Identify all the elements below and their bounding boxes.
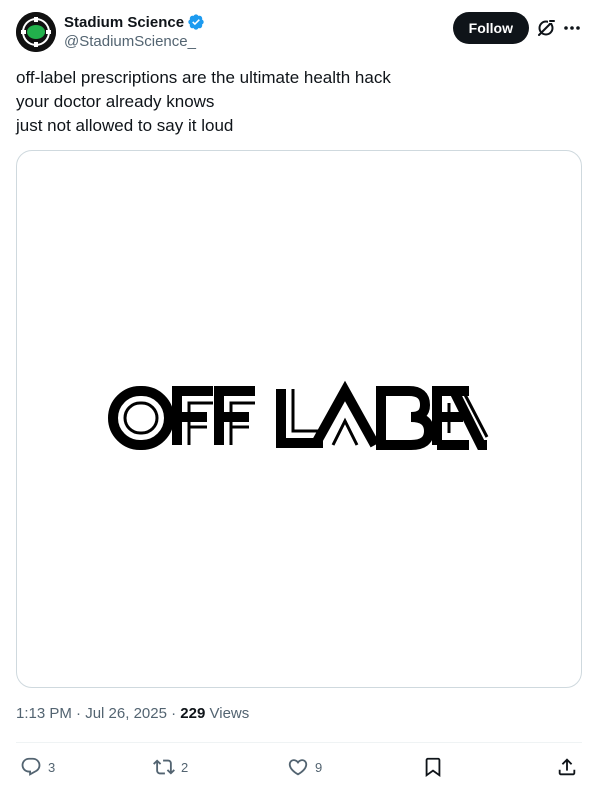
stadium-logo-icon — [16, 12, 56, 52]
reply-count: 3 — [48, 759, 56, 775]
display-name[interactable]: Stadium Science — [64, 14, 184, 31]
reply-icon — [20, 756, 42, 778]
avatar[interactable] — [16, 12, 56, 52]
tweet-text: off-label prescriptions are the ultimate… — [16, 66, 576, 138]
divider — [16, 742, 582, 743]
heart-icon — [287, 756, 309, 778]
tweet-line: just not allowed to say it loud — [16, 116, 234, 135]
off-label-logo — [108, 380, 489, 450]
repost-button[interactable]: 2 — [153, 754, 188, 780]
share-icon — [556, 756, 578, 778]
bookmark-button[interactable] — [422, 754, 444, 780]
like-button[interactable]: 9 — [287, 754, 322, 780]
meta-separator: · — [171, 705, 177, 722]
tweet-media-image[interactable] — [16, 150, 582, 688]
grok-icon[interactable] — [536, 18, 556, 38]
meta-separator: · — [76, 705, 82, 722]
more-dots-icon[interactable] — [562, 18, 582, 38]
views-label: Views — [209, 705, 250, 722]
verified-badge-icon — [187, 13, 205, 31]
tweet-header: Stadium Science @StadiumScience_ Follow — [16, 12, 582, 56]
tweet-time[interactable]: 1:13 PM — [16, 705, 72, 722]
repost-count: 2 — [181, 759, 189, 775]
author-names: Stadium Science @StadiumScience_ — [64, 12, 205, 50]
follow-button[interactable]: Follow — [452, 12, 529, 44]
reply-button[interactable]: 3 — [20, 754, 55, 780]
tweet-line: off-label prescriptions are the ultimate… — [16, 68, 391, 87]
repost-icon — [153, 756, 175, 778]
tweet-date[interactable]: Jul 26, 2025 — [85, 705, 167, 722]
bookmark-icon — [422, 756, 444, 778]
tweet-meta: 1:13 PM · Jul 26, 2025 · 229 Views — [16, 705, 249, 722]
like-count: 9 — [315, 759, 323, 775]
share-button[interactable] — [556, 754, 578, 780]
tweet-line: your doctor already knows — [16, 92, 215, 111]
views-count: 229 — [180, 705, 206, 722]
action-bar: 3 2 9 — [16, 754, 582, 780]
handle[interactable]: @StadiumScience_ — [64, 33, 205, 50]
